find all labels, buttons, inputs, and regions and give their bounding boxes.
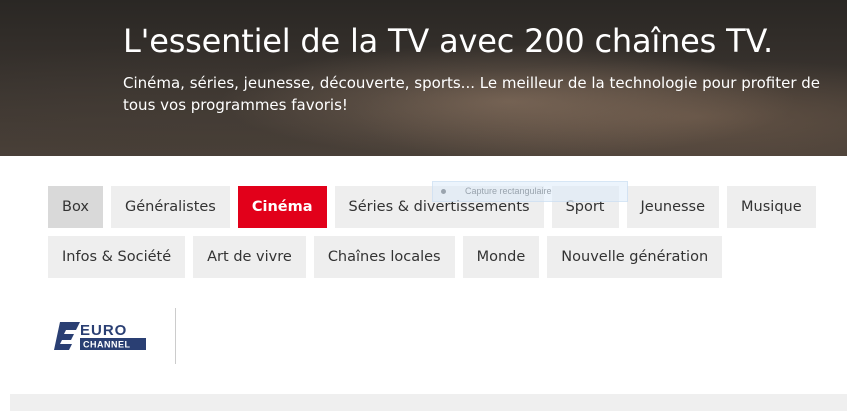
capture-tooltip: Capture rectangulaire <box>432 181 628 202</box>
capture-icon <box>441 189 446 194</box>
category-tabs-row-2: Infos & Société Art de vivre Chaînes loc… <box>48 236 723 278</box>
tab-chaines-locales[interactable]: Chaînes locales <box>313 236 455 278</box>
hero-subtitle: Cinéma, séries, jeunesse, découverte, sp… <box>123 74 821 114</box>
tab-jeunesse[interactable]: Jeunesse <box>626 186 720 228</box>
tab-box[interactable]: Box <box>48 186 103 228</box>
channel-card-euro-channel[interactable]: EURO CHANNEL <box>48 308 176 364</box>
hero-title: L'essentiel de la TV avec 200 chaînes TV… <box>123 22 773 60</box>
tab-musique[interactable]: Musique <box>727 186 816 228</box>
bottom-panel <box>10 394 847 411</box>
tab-monde[interactable]: Monde <box>462 236 540 278</box>
logo-text-bottom: CHANNEL <box>83 340 131 350</box>
logo-text-top: EURO <box>80 322 127 339</box>
tab-art-de-vivre[interactable]: Art de vivre <box>193 236 306 278</box>
tab-cinema[interactable]: Cinéma <box>237 186 327 228</box>
euro-channel-logo: EURO CHANNEL <box>54 322 146 350</box>
tab-infos-societe[interactable]: Infos & Société <box>48 236 186 278</box>
tab-generalistes[interactable]: Généralistes <box>110 186 230 228</box>
capture-label: Capture rectangulaire <box>465 186 552 196</box>
tab-nouvelle-generation[interactable]: Nouvelle génération <box>547 236 723 278</box>
hero-banner: L'essentiel de la TV avec 200 chaînes TV… <box>0 0 847 156</box>
